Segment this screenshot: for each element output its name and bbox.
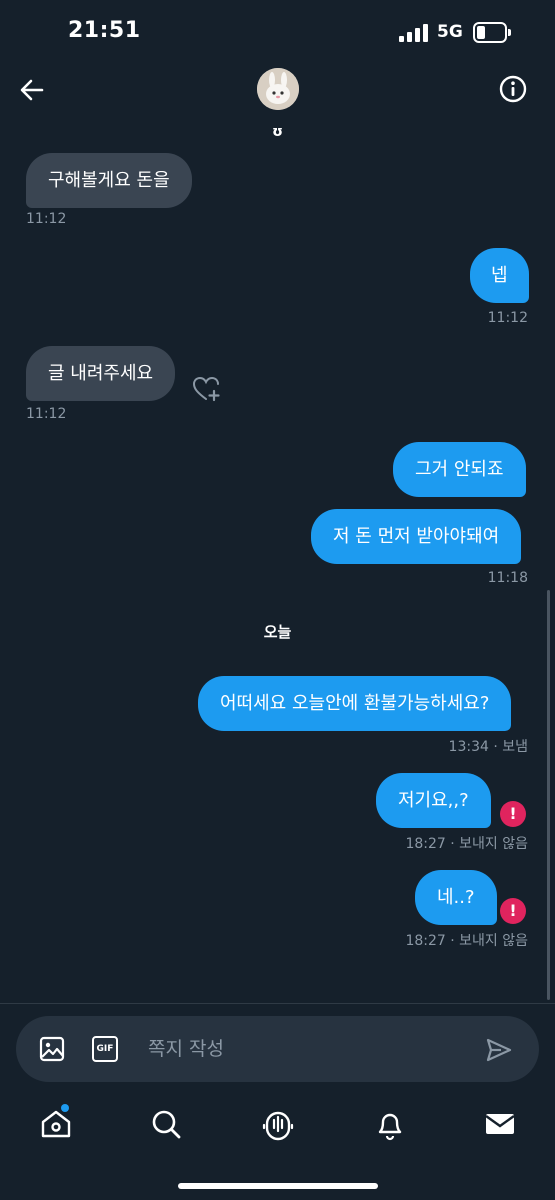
message-status: 18:27 · 보내지 않음	[405, 836, 528, 852]
signal-icon	[399, 24, 429, 42]
search-icon[interactable]	[148, 1106, 184, 1142]
notification-dot	[61, 1104, 69, 1112]
notifications-icon[interactable]	[372, 1106, 408, 1142]
error-icon[interactable]: !	[500, 801, 526, 827]
message-timestamp: 11:12	[487, 310, 528, 326]
message-bubble-outgoing[interactable]: 네..?	[415, 870, 497, 925]
conversation-name[interactable]: ʊ	[0, 124, 555, 140]
message-status: 13:34 · 보냄	[448, 739, 528, 755]
day-separator: 오늘	[263, 623, 292, 641]
message-timestamp: 11:18	[487, 570, 528, 586]
avatar[interactable]	[257, 68, 299, 110]
error-icon[interactable]: !	[500, 898, 526, 924]
image-icon[interactable]	[38, 1035, 66, 1063]
message-bubble-incoming[interactable]: 구해볼게요 돈을	[26, 153, 192, 208]
home-indicator[interactable]	[178, 1183, 378, 1189]
spaces-icon[interactable]	[260, 1106, 296, 1142]
message-bubble-outgoing[interactable]: 넵	[470, 248, 529, 303]
back-arrow-icon[interactable]	[16, 74, 48, 106]
network-label: 5G	[437, 22, 463, 42]
message-bubble-outgoing[interactable]: 저기요,,?	[376, 773, 491, 828]
message-input[interactable]	[138, 1030, 458, 1068]
message-timestamp: 11:12	[26, 211, 67, 227]
send-icon[interactable]	[484, 1036, 514, 1064]
message-status: 18:27 · 보내지 않음	[405, 933, 528, 949]
home-icon[interactable]	[38, 1106, 74, 1142]
message-bubble-outgoing[interactable]: 그거 안되죠	[393, 442, 526, 497]
messages-icon[interactable]	[482, 1106, 518, 1142]
message-bubble-incoming[interactable]: 글 내려주세요	[26, 346, 176, 401]
battery-icon	[473, 22, 511, 43]
add-reaction-icon[interactable]	[192, 375, 222, 403]
message-bubble-outgoing[interactable]: 어떠세요 오늘안에 환불가능하세요?	[198, 676, 512, 731]
message-bubble-outgoing[interactable]: 저 돈 먼저 받아야돼여	[311, 509, 522, 564]
scrollbar[interactable]	[547, 590, 550, 1000]
message-timestamp: 11:12	[26, 406, 67, 422]
info-icon[interactable]	[498, 74, 528, 104]
status-time: 21:51	[68, 18, 141, 43]
divider	[0, 1003, 555, 1004]
gif-button[interactable]: GIF	[92, 1036, 118, 1062]
